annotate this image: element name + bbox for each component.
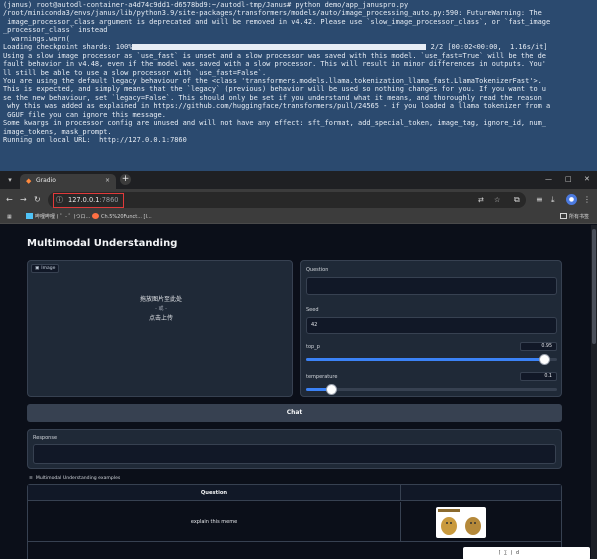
bilibili-icon bbox=[26, 213, 33, 219]
terminal-line: image_tokens, mask_prompt. bbox=[3, 127, 112, 136]
seed-input[interactable]: 42 bbox=[306, 317, 557, 334]
terminal-progress-line: Loading checkpoint shards: 100% 2/2 [00:… bbox=[3, 43, 595, 51]
translate-icon[interactable]: ⇄ bbox=[478, 195, 484, 205]
tab-strip: ▾ ◆ Gradio × + — □ ✕ bbox=[0, 171, 597, 189]
terminal-line: fault behavior in v4.48, even if the mod… bbox=[3, 60, 546, 69]
top-p-number[interactable]: 0.95 bbox=[520, 342, 557, 351]
terminal-line: why this was added as explained in https… bbox=[3, 102, 551, 111]
question-label: Question bbox=[306, 267, 329, 273]
progress-prefix: Loading checkpoint shards: 100% bbox=[3, 43, 133, 52]
temperature-number[interactable]: 0.1 bbox=[520, 372, 557, 381]
question-column-header: Question bbox=[28, 485, 401, 501]
close-window-icon[interactable]: ✕ bbox=[584, 175, 590, 184]
image-label: ▣ Image bbox=[31, 264, 60, 273]
terminal-line: se the new behaviour, set `legacy=False`… bbox=[3, 93, 542, 102]
terminal-line: warnings.warn( bbox=[3, 34, 70, 43]
examples-table: Question explain this meme ⌈ ∑ ⌋ d bbox=[27, 484, 590, 559]
browser-window: ▾ ◆ Gradio × + — □ ✕ ← → ↻ ⓘ 127.0.0.1:7… bbox=[0, 171, 597, 559]
top-p-label: top_p bbox=[306, 344, 320, 350]
checkpoint-progress-bar bbox=[132, 44, 427, 51]
temperature-slider[interactable] bbox=[306, 385, 557, 394]
terminal-line: Using a slow image processor as `use_fas… bbox=[3, 51, 546, 60]
gradio-page: Multimodal Understanding ▣ Image 拖放图片至此处 … bbox=[0, 225, 597, 559]
tab-search-icon[interactable]: ▾ bbox=[5, 175, 15, 185]
terminal-line: ll still be able to use a slow processor… bbox=[3, 68, 267, 77]
scrollbar-thumb[interactable] bbox=[592, 229, 596, 344]
click-upload[interactable]: 点击上传 bbox=[28, 314, 294, 324]
examples-label-text: Multimodal Understanding examples bbox=[35, 476, 121, 481]
reload-icon[interactable]: ↻ bbox=[34, 195, 41, 205]
terminal-line: You are using the default legacy behavio… bbox=[3, 76, 542, 85]
formula-snippet-icon: ⌈ ∑ ⌋ d bbox=[498, 550, 520, 556]
gradio-favicon-icon: ◆ bbox=[26, 177, 32, 185]
tab-close-icon[interactable]: × bbox=[105, 177, 110, 185]
terminal-line: Some kwargs in processor config are unus… bbox=[3, 119, 546, 128]
example-image-thumbnail-2[interactable]: ⌈ ∑ ⌋ d bbox=[463, 547, 590, 559]
question-input[interactable] bbox=[306, 277, 557, 295]
terminal-line: _processor_class` instead bbox=[3, 26, 108, 35]
bookmark-star-icon[interactable]: ☆ bbox=[494, 195, 500, 205]
bookmark-label: 哔哩哔哩 ( ゜- ゜)つロ... bbox=[35, 214, 91, 220]
bookmarks-bar: ▦ 哔哩哔哩 ( ゜- ゜)つロ... Ch.5%20Funct... [I..… bbox=[0, 211, 597, 224]
back-icon[interactable]: ← bbox=[6, 195, 13, 205]
terminal-window: (janus) root@autodl-container-a4d74c9dd1… bbox=[0, 0, 597, 171]
new-tab-button[interactable]: + bbox=[120, 174, 131, 185]
minimize-icon[interactable]: — bbox=[545, 175, 552, 184]
drop-or: - 或 - bbox=[155, 306, 167, 312]
download-icon[interactable]: ⤓ bbox=[551, 194, 555, 205]
profile-avatar-icon[interactable]: ● bbox=[566, 194, 577, 205]
terminal-line: image_processor_class argument is deprec… bbox=[3, 17, 551, 26]
bookmark-ch5[interactable]: Ch.5%20Funct... [I... bbox=[92, 213, 152, 221]
examples-header-row: Question bbox=[28, 485, 561, 501]
drop-hint: 拖放图片至此处 bbox=[139, 296, 182, 303]
example-question[interactable]: explain this meme bbox=[28, 502, 401, 542]
table-row[interactable]: explain this meme bbox=[28, 502, 561, 542]
image-upload-panel[interactable]: ▣ Image 拖放图片至此处 - 或 - 点击上传 bbox=[27, 260, 293, 397]
temperature-label: temperature bbox=[306, 374, 338, 380]
examples-icon: ≡ bbox=[29, 476, 33, 481]
seed-label: Seed bbox=[306, 307, 319, 313]
response-output[interactable] bbox=[33, 444, 556, 464]
apps-grid-icon[interactable]: ▦ bbox=[7, 213, 12, 221]
url-highlight-annotation bbox=[53, 193, 124, 208]
controls-panel: Question Seed 42 top_p 0.95 temperature … bbox=[300, 260, 562, 397]
bookmark-label: Ch.5%20Funct... [I... bbox=[101, 214, 152, 220]
terminal-line: /root/miniconda3/envs/janus/lib/python3.… bbox=[3, 9, 542, 18]
terminal-line: Running on local URL: http://127.0.0.1:7… bbox=[3, 136, 187, 144]
example-image-thumbnail[interactable] bbox=[436, 507, 486, 538]
terminal-line: This is expected, and simply means that … bbox=[3, 85, 546, 94]
examples-label: ≡ Multimodal Understanding examples bbox=[29, 475, 120, 483]
top-p-slider-fill bbox=[306, 358, 545, 361]
temperature-slider-thumb[interactable] bbox=[326, 385, 336, 394]
page-title: Multimodal Understanding bbox=[27, 238, 178, 249]
forward-icon[interactable]: → bbox=[20, 195, 27, 205]
top-p-slider[interactable] bbox=[306, 355, 557, 364]
bookmark-bilibili[interactable]: 哔哩哔哩 ( ゜- ゜)つロ... bbox=[26, 213, 90, 221]
terminal-line: (janus) root@autodl-container-a4d74c9dd1… bbox=[3, 1, 409, 9]
response-panel: Response bbox=[27, 429, 562, 469]
menu-kebab-icon[interactable]: ⋮ bbox=[583, 194, 591, 205]
image-icon: ▣ bbox=[35, 266, 40, 271]
response-label: Response bbox=[33, 435, 58, 441]
image-dropzone[interactable]: 拖放图片至此处 - 或 - 点击上传 bbox=[28, 295, 294, 324]
folder-icon bbox=[560, 213, 567, 219]
tab-search-list-icon[interactable]: ≡ bbox=[536, 194, 543, 205]
tab-gradio[interactable]: ◆ Gradio × bbox=[20, 174, 116, 189]
chat-button[interactable]: Chat bbox=[27, 404, 562, 422]
progress-suffix: 2/2 [00:02<00:00, 1.16s/it] bbox=[426, 43, 548, 52]
terminal-line: GGUF file you can ignore this message. bbox=[3, 110, 166, 119]
top-p-slider-thumb[interactable] bbox=[539, 355, 549, 364]
maximize-icon[interactable]: □ bbox=[565, 175, 572, 184]
image-label-text: Image bbox=[41, 266, 56, 271]
all-bookmarks[interactable]: 所有书签 bbox=[560, 213, 589, 221]
page-icon bbox=[92, 213, 99, 219]
bookmark-label: 所有书签 bbox=[569, 214, 590, 220]
meme-thumbnail-icon bbox=[438, 509, 481, 535]
tab-title: Gradio bbox=[36, 177, 56, 184]
extensions-icon[interactable]: ⧉ bbox=[514, 194, 520, 205]
page-scrollbar[interactable] bbox=[591, 225, 597, 559]
